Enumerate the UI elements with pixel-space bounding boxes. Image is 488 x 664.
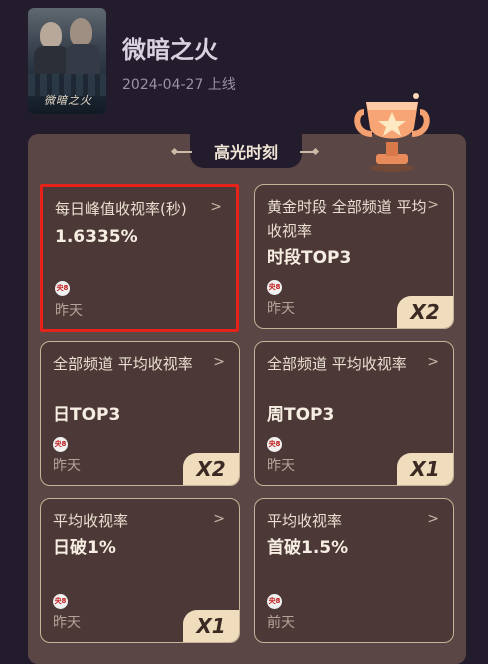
channel-logo: 央8 <box>267 437 282 452</box>
card-label: 平均收视率 <box>53 512 129 530</box>
section-title: 高光时刻 <box>213 143 278 162</box>
multiplier-badge: X1 <box>183 610 239 642</box>
card-time: 前天 <box>267 615 295 631</box>
channel-logo: 央8 <box>53 594 68 609</box>
show-poster[interactable]: 微暗之火 <box>28 8 106 114</box>
card-value: 时段TOP3 <box>267 248 352 268</box>
card-value: 周TOP3 <box>267 405 335 425</box>
chevron-right-icon: > <box>213 354 225 370</box>
release-date: 2024-04-27 上线 <box>122 77 236 93</box>
channel-logo: 央8 <box>267 594 282 609</box>
card-label: 黄金时段 全部频道 平均收视率 <box>267 198 427 240</box>
card-value: 1.6335% <box>55 227 138 247</box>
card-value: 日破1% <box>53 538 116 558</box>
highlight-card-peak-rating[interactable]: 每日峰值收视率(秒) 1.6335% > 央8 昨天 <box>40 184 239 332</box>
multiplier-badge: X1 <box>397 453 453 485</box>
highlight-card-daily-break[interactable]: 平均收视率 日破1% > 央8 昨天 X1 <box>40 498 240 643</box>
chevron-right-icon: > <box>427 354 439 370</box>
highlight-card-first-break[interactable]: 平均收视率 首破1.5% > 央8 前天 <box>254 498 454 643</box>
card-label: 平均收视率 <box>267 512 343 530</box>
card-label: 全部频道 平均收视率 <box>53 355 193 373</box>
channel-logo: 央8 <box>267 280 282 295</box>
card-time: 昨天 <box>267 458 295 474</box>
chevron-right-icon: > <box>427 197 439 213</box>
show-title: 微暗之火 <box>122 36 218 64</box>
trophy-icon <box>354 93 430 172</box>
highlight-card-prime-time[interactable]: 黄金时段 全部频道 平均收视率 时段TOP3 > 央8 昨天 X2 <box>254 184 454 329</box>
card-label: 每日峰值收视率(秒) <box>55 200 187 218</box>
chevron-right-icon: > <box>210 199 222 215</box>
multiplier-badge: X2 <box>183 453 239 485</box>
card-value: 日TOP3 <box>53 405 121 425</box>
highlight-card-weekly-top3[interactable]: 全部频道 平均收视率 周TOP3 > 央8 昨天 X1 <box>254 341 454 486</box>
chevron-right-icon: > <box>427 511 439 527</box>
card-time: 昨天 <box>55 303 83 319</box>
highlight-card-daily-top3[interactable]: 全部频道 平均收视率 日TOP3 > 央8 昨天 X2 <box>40 341 240 486</box>
card-time: 昨天 <box>53 615 81 631</box>
card-time: 昨天 <box>267 301 295 317</box>
card-value: 首破1.5% <box>267 538 349 558</box>
card-label: 全部频道 平均收视率 <box>267 355 407 373</box>
poster-caption: 微暗之火 <box>44 94 92 107</box>
channel-logo: 央8 <box>53 437 68 452</box>
channel-logo: 央8 <box>55 281 70 296</box>
card-time: 昨天 <box>53 458 81 474</box>
multiplier-badge: X2 <box>397 296 453 328</box>
chevron-right-icon: > <box>213 511 225 527</box>
